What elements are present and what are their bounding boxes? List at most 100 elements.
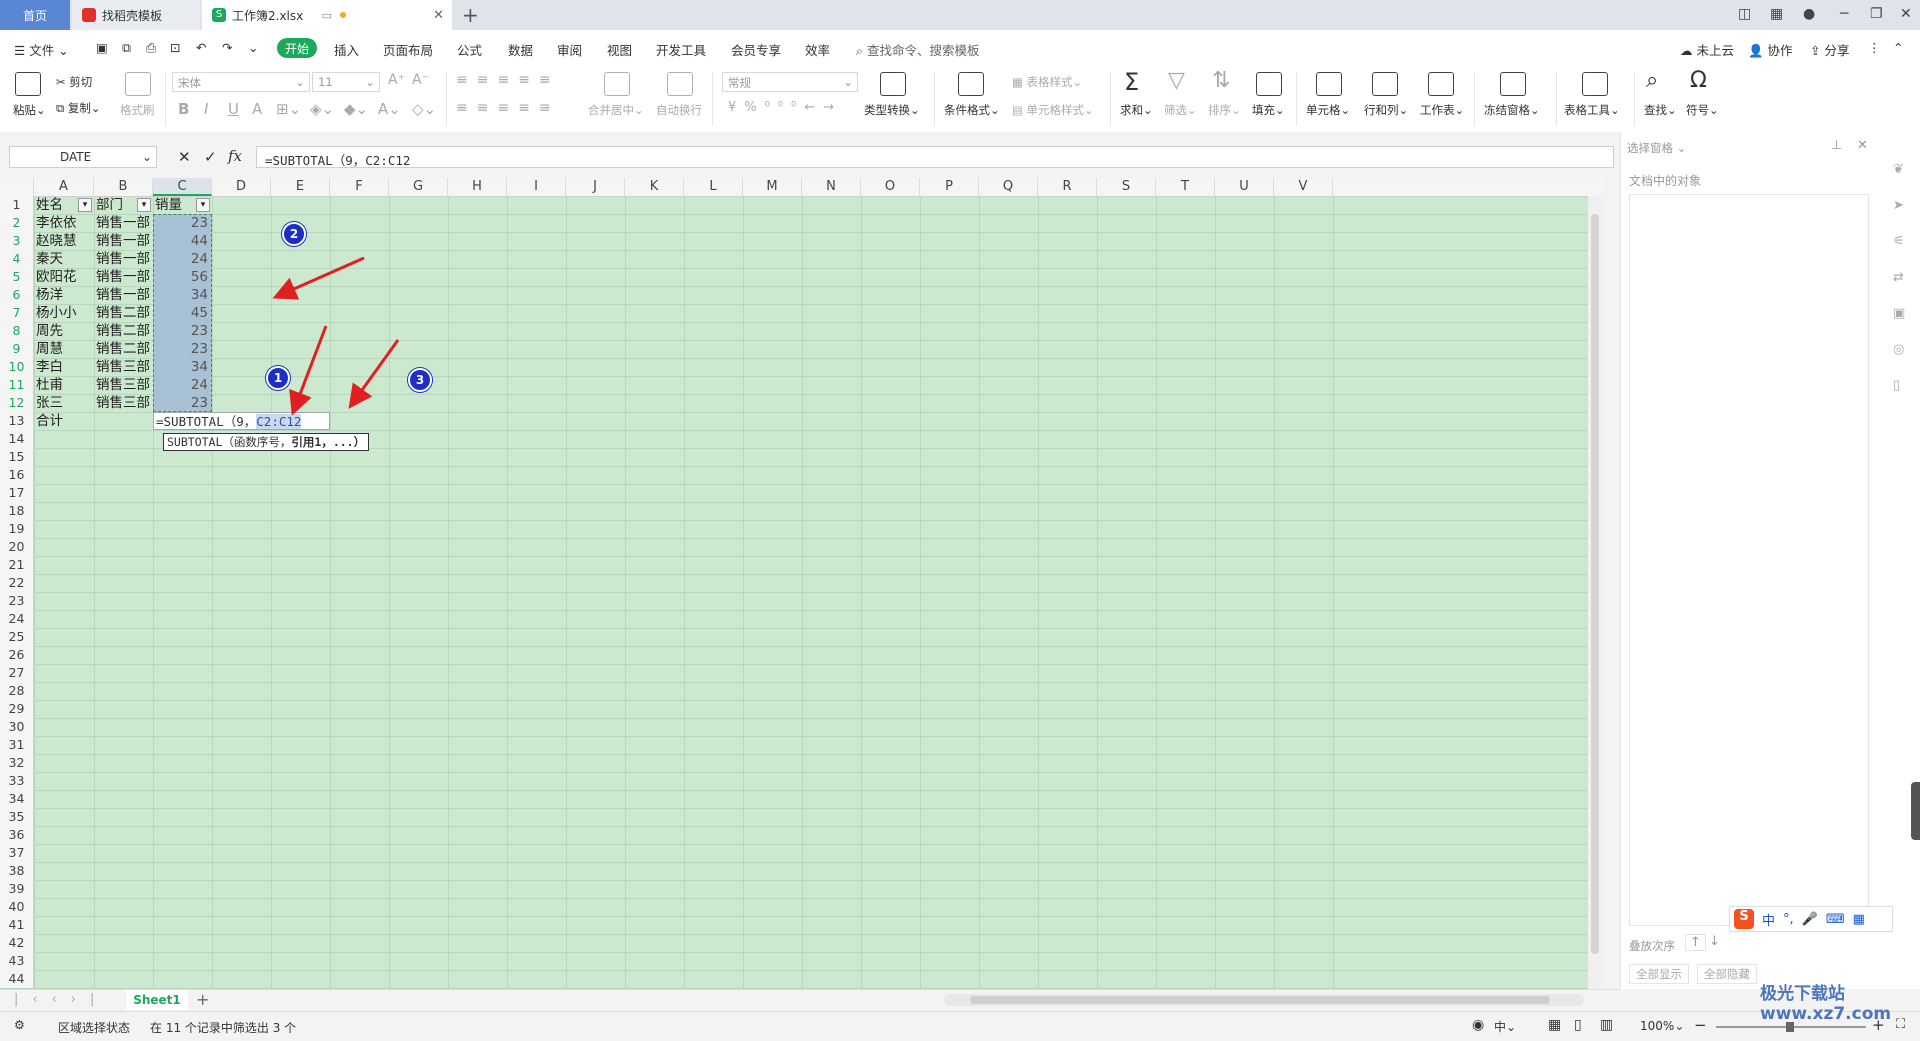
cell-name[interactable]: 李白 [34, 358, 94, 376]
format-painter-button[interactable]: 格式刷 [120, 102, 155, 118]
select-icon[interactable]: ➤ [1893, 198, 1904, 213]
filter-dropdown-icon[interactable]: ▾ [78, 198, 92, 212]
hide-all-button[interactable]: 全部隐藏 [1697, 964, 1757, 984]
row-header-18[interactable]: 18 [0, 502, 34, 520]
menu-developer[interactable]: 开发工具 [656, 40, 706, 59]
collapse-ribbon-icon[interactable]: ⌃ [1893, 40, 1903, 55]
fill-icon[interactable] [1256, 72, 1282, 96]
spreadsheet-grid[interactable]: ABCDEFGHIJKLMNOPQRSTUV 1 2 3 4 5 6 7 8 9 10 11 12 13… [0, 178, 1602, 989]
menu-view[interactable]: 视图 [607, 40, 632, 59]
cell-sales[interactable]: 23 [153, 214, 212, 232]
row-header-4[interactable]: 4 [0, 250, 34, 268]
book-icon[interactable]: ▯ [1893, 378, 1900, 393]
filter-icon[interactable]: ▽ [1168, 68, 1185, 93]
row-header-37[interactable]: 37 [0, 844, 34, 862]
bring-forward-icon[interactable]: ↑ [1685, 934, 1706, 951]
row-header-8[interactable]: 8 [0, 322, 34, 340]
normal-view-icon[interactable]: ▦ [1548, 1017, 1561, 1033]
row-header-17[interactable]: 17 [0, 484, 34, 502]
row-header-9[interactable]: 9 [0, 340, 34, 358]
cell-icon[interactable] [1316, 72, 1342, 96]
row-header-3[interactable]: 3 [0, 232, 34, 250]
find-icon[interactable]: ⌕ [1646, 68, 1658, 93]
sum-button[interactable]: 求和⌄ [1120, 102, 1153, 118]
row-header-30[interactable]: 30 [0, 718, 34, 736]
name-box[interactable]: DATE ⌄ [9, 146, 157, 168]
table-tools-button[interactable]: 表格工具⌄ [1564, 102, 1620, 118]
row-header-29[interactable]: 29 [0, 700, 34, 718]
column-header-i[interactable]: I [507, 178, 566, 196]
column-header-g[interactable]: G [389, 178, 448, 196]
cell-department[interactable]: 销售一部 [94, 250, 153, 268]
show-all-button[interactable]: 全部显示 [1629, 964, 1689, 984]
column-header-c[interactable]: C [153, 178, 212, 196]
cell-sales[interactable]: 34 [153, 358, 212, 376]
column-header-h[interactable]: H [448, 178, 507, 196]
cell-name[interactable]: 赵晓慧 [34, 232, 94, 250]
preview-icon[interactable]: ⊡ [170, 40, 180, 55]
cell-sales[interactable]: 56 [153, 268, 212, 286]
cell-total-label[interactable]: 合计 [34, 412, 94, 430]
row-header-36[interactable]: 36 [0, 826, 34, 844]
merge-center-icon[interactable] [604, 72, 630, 96]
number-format-select[interactable]: 常规 ⌄ [722, 72, 858, 92]
row-header-44[interactable]: 44 [0, 970, 34, 988]
column-header-f[interactable]: F [330, 178, 389, 196]
row-col-button[interactable]: 行和列⌄ [1364, 102, 1408, 118]
image-icon[interactable]: ▣ [1893, 306, 1905, 321]
menu-efficiency[interactable]: 效率 [805, 40, 830, 59]
row-header-38[interactable]: 38 [0, 862, 34, 880]
cell-sales[interactable]: 24 [153, 376, 212, 394]
table-tools-icon[interactable] [1582, 72, 1608, 96]
row-header-34[interactable]: 34 [0, 790, 34, 808]
column-header-s[interactable]: S [1097, 178, 1156, 196]
menu-file[interactable]: ☰ 文件 ⌄ [14, 40, 69, 59]
row-header-13[interactable]: 13 [0, 412, 34, 430]
restore-icon[interactable]: ❐ [1870, 6, 1883, 22]
column-header-n[interactable]: N [802, 178, 861, 196]
row-header-7[interactable]: 7 [0, 304, 34, 322]
page-break-view-icon[interactable]: ▥ [1600, 1017, 1613, 1033]
fill-color-icon[interactable]: ◆⌄ [344, 100, 368, 118]
objects-list[interactable] [1629, 194, 1869, 926]
column-header-v[interactable]: V [1274, 178, 1333, 196]
underline-icon[interactable]: U [228, 100, 239, 118]
cell-sales[interactable]: 44 [153, 232, 212, 250]
undo-icon[interactable]: ↶ [196, 40, 206, 55]
cell-style-button[interactable]: ▤ 单元格样式⌄ [1012, 102, 1094, 118]
zoom-level[interactable]: 100%⌄ [1640, 1019, 1684, 1033]
cell-name[interactable]: 周先 [34, 322, 94, 340]
row-header-15[interactable]: 15 [0, 448, 34, 466]
horizontal-scrollbar[interactable] [944, 994, 1584, 1006]
menu-insert[interactable]: 插入 [334, 40, 359, 59]
sort-button[interactable]: 排序⌄ [1208, 102, 1241, 118]
share-button[interactable]: ⇪ 分享 [1810, 40, 1849, 59]
row-header-11[interactable]: 11 [0, 376, 34, 394]
column-header-p[interactable]: P [920, 178, 979, 196]
worksheet-icon[interactable] [1428, 72, 1454, 96]
cell-department[interactable]: 销售一部 [94, 268, 153, 286]
find-button[interactable]: 查找⌄ [1644, 102, 1677, 118]
row-header-22[interactable]: 22 [0, 574, 34, 592]
location-icon[interactable]: ◎ [1893, 342, 1904, 357]
layout-icon[interactable]: ◫ [1738, 6, 1751, 22]
filter-dropdown-icon[interactable]: ▾ [137, 198, 151, 212]
row-header-27[interactable]: 27 [0, 664, 34, 682]
font-name-select[interactable]: 宋体 ⌄ [172, 72, 310, 92]
symbol-icon[interactable]: Ω [1690, 68, 1707, 93]
send-backward-icon[interactable]: ↓ [1709, 934, 1720, 949]
quick-access-dropdown-icon[interactable]: ⌄ [248, 40, 258, 55]
wrap-text-button[interactable]: 自动换行 [656, 102, 702, 118]
transform-icon[interactable]: ⇄ [1893, 270, 1904, 285]
redo-icon[interactable]: ↷ [222, 40, 232, 55]
font-size-select[interactable]: 11 ⌄ [312, 72, 380, 92]
cell-department[interactable]: 销售三部 [94, 394, 153, 412]
sort-icon[interactable]: ⇅ [1212, 68, 1230, 93]
editing-cell[interactable]: =SUBTOTAL（9，C2:C12 [153, 412, 330, 430]
column-header-t[interactable]: T [1156, 178, 1215, 196]
ime-toolbar[interactable]: S 中 °, 🎤 ⌨ ▦ [1729, 906, 1893, 932]
cell-name[interactable]: 秦天 [34, 250, 94, 268]
sheet-tab-active[interactable]: Sheet1 [126, 990, 188, 1010]
fx-icon[interactable]: fx [228, 147, 242, 165]
macro-icon[interactable]: ⚙ [14, 1018, 25, 1032]
